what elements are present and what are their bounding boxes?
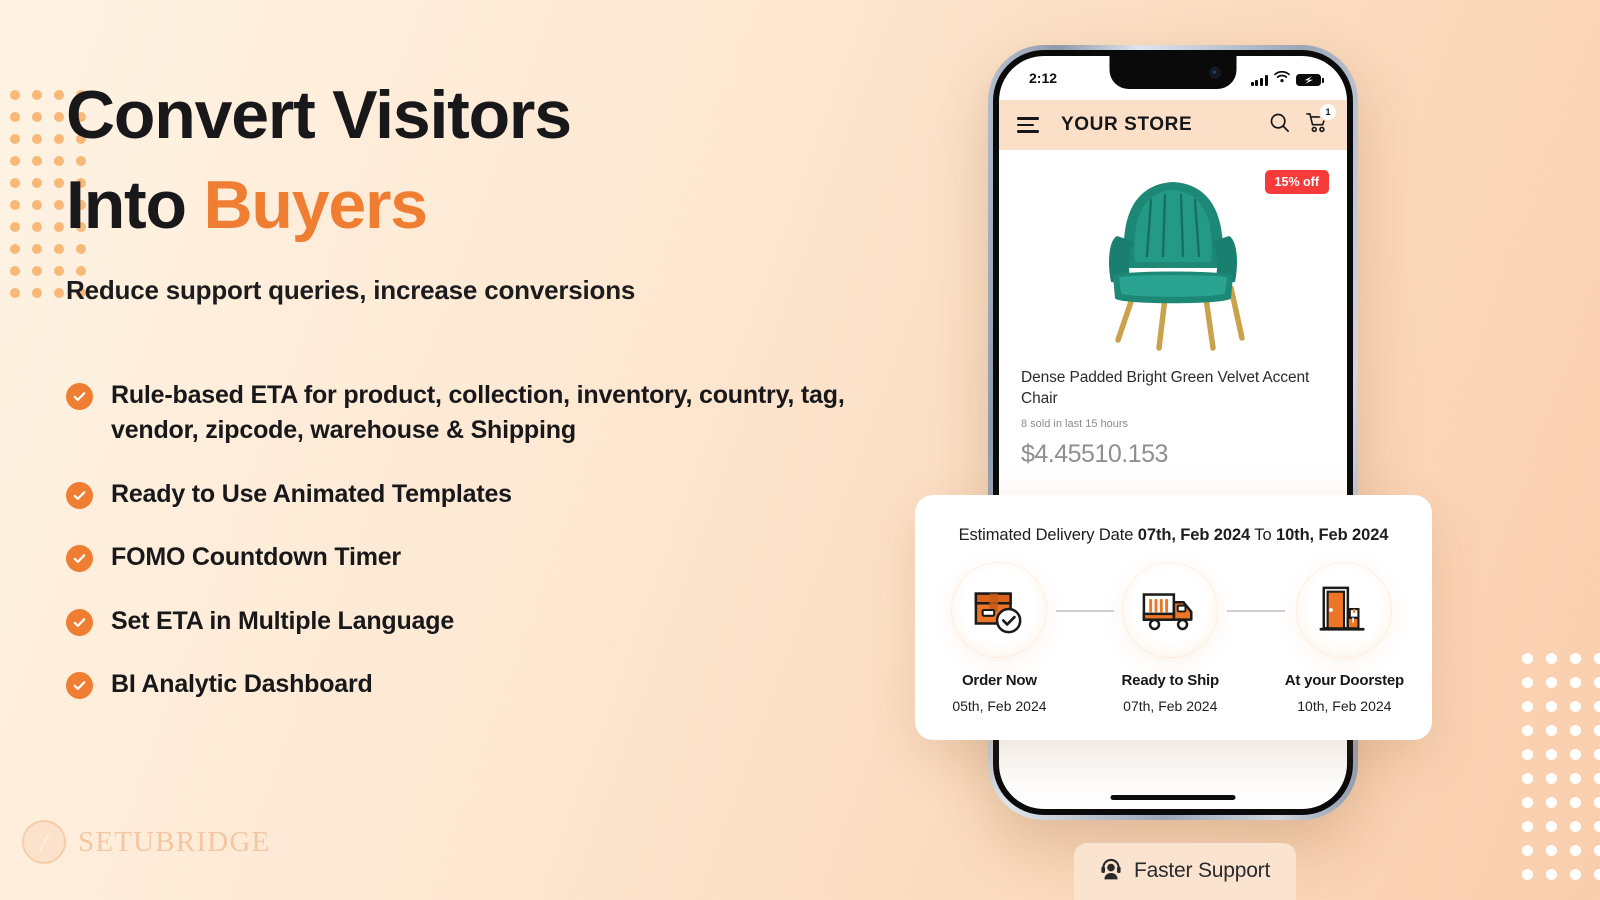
timeline-step-date: 10th, Feb 2024 — [1297, 698, 1392, 715]
battery-icon — [1296, 74, 1324, 86]
feature-item: Rule-based ETA for product, collection, … — [66, 378, 906, 449]
cart-count-badge: 1 — [1320, 103, 1336, 120]
timeline-step-at-your-doorstep: At your Doorstep 10th, Feb 2024 — [1285, 563, 1404, 714]
eta-to-date: 10th, Feb 2024 — [1276, 526, 1389, 544]
eta-from-date: 07th, Feb 2024 — [1137, 526, 1251, 544]
feature-item: FOMO Countdown Timer — [66, 540, 906, 576]
estimated-delivery-card: Estimated Delivery Date 07th, Feb 2024 T… — [915, 495, 1432, 741]
feature-label: FOMO Countdown Timer — [111, 543, 401, 572]
status-bar-icons — [1250, 70, 1324, 86]
timeline-step-label: At your Doorstep — [1284, 672, 1405, 690]
timeline-step-date: 07th, Feb 2024 — [1123, 698, 1218, 715]
product-image-area: 15% off — [999, 150, 1347, 362]
decorative-dot-grid-right — [1522, 653, 1600, 880]
home-indicator — [1110, 794, 1236, 800]
product-image-chair — [1073, 158, 1273, 363]
cellular-signal-icon — [1250, 75, 1268, 86]
headline-line-2-accent: Buyers — [203, 167, 429, 244]
headline-line-1: Convert Visitors — [66, 77, 572, 153]
headline-line-2-plain: Into — [66, 167, 204, 244]
feature-label: Rule-based ETA for product, collection, … — [111, 380, 845, 445]
product-info: Dense Padded Bright Green Velvet Accent … — [999, 362, 1347, 469]
search-icon[interactable] — [1269, 112, 1290, 138]
eta-title-prefix: Estimated Delivery Date — [958, 526, 1138, 544]
discount-badge: 15% off — [1264, 170, 1329, 194]
feature-item: Ready to Use Animated Templates — [66, 477, 906, 513]
check-circle-icon — [66, 382, 93, 410]
cart-button[interactable]: 1 — [1306, 103, 1336, 139]
status-bar-time: 2:12 — [1029, 70, 1058, 86]
product-title: Dense Padded Bright Green Velvet Accent … — [1021, 369, 1310, 407]
feature-item: BI Analytic Dashboard — [66, 667, 906, 703]
faster-support-badge[interactable]: Faster Support — [1074, 843, 1297, 900]
check-circle-icon — [66, 608, 93, 636]
hero-copy-column: Convert Visitors Into Buyers Reduce supp… — [66, 70, 906, 703]
check-circle-icon — [66, 481, 93, 509]
estimated-delivery-title: Estimated Delivery Date 07th, Feb 2024 T… — [943, 521, 1404, 549]
check-circle-icon — [66, 672, 93, 700]
store-header-actions: 1 — [1269, 103, 1336, 139]
timeline-step-label: Order Now — [961, 672, 1037, 690]
check-circle-icon — [66, 545, 93, 573]
feature-label: Set ETA in Multiple Language — [111, 606, 455, 635]
delivery-truck-icon — [1123, 563, 1218, 658]
feature-list: Rule-based ETA for product, collection, … — [66, 378, 906, 703]
feature-item: Set ETA in Multiple Language — [66, 604, 906, 640]
store-header-bar: YOUR STORE 1 — [999, 100, 1347, 150]
page-subtitle: Reduce support queries, increase convers… — [66, 274, 636, 305]
faster-support-label: Faster Support — [1134, 859, 1271, 882]
timeline-step-label: Ready to Ship — [1121, 672, 1220, 690]
timeline-step-date: 05th, Feb 2024 — [952, 698, 1047, 715]
package-check-icon — [952, 563, 1047, 658]
leaf-logo-icon: / — [22, 820, 66, 864]
wifi-icon — [1274, 70, 1290, 86]
timeline-step-ready-to-ship: Ready to Ship 07th, Feb 2024 — [1114, 563, 1227, 714]
product-sold-note: 8 sold in last 15 hours — [1021, 417, 1129, 430]
feature-label: Ready to Use Animated Templates — [111, 479, 512, 508]
timeline-connector — [1055, 610, 1114, 612]
timeline-connector — [1226, 610, 1285, 612]
front-camera-icon — [1209, 67, 1221, 78]
timeline-step-order-now: Order Now 05th, Feb 2024 — [943, 563, 1056, 714]
hamburger-menu-icon[interactable] — [1017, 117, 1039, 133]
delivery-timeline: Order Now 05th, Feb 2024 Ready to Ship 0… — [943, 563, 1404, 714]
store-name: YOUR STORE — [1061, 114, 1193, 135]
eta-title-middle: To — [1250, 526, 1277, 544]
feature-label: BI Analytic Dashboard — [111, 670, 373, 699]
product-price: $4.45510.153 — [1021, 439, 1168, 468]
support-agent-icon — [1100, 857, 1122, 885]
page-title: Convert Visitors Into Buyers — [66, 70, 906, 251]
phone-notch — [1109, 56, 1237, 89]
setubridge-logo: / SETUBRIDGE — [22, 820, 270, 864]
logo-wordmark: SETUBRIDGE — [78, 825, 271, 858]
door-delivery-icon — [1297, 563, 1392, 658]
